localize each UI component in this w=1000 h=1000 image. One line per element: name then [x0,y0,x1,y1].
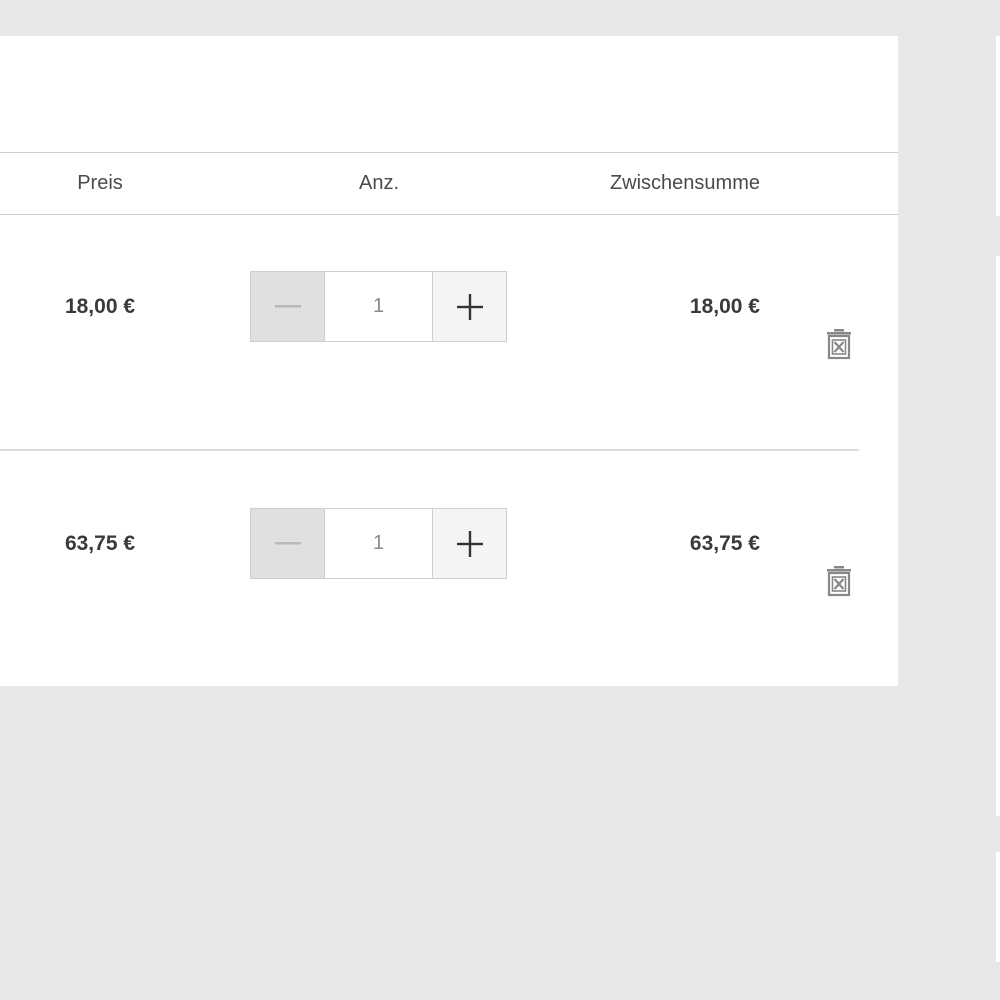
quantity-column-header: Anz. [358,172,400,194]
cart-panel: Preis Anz. Zwischensumme 18,00 € 1 18,00… [0,36,898,686]
plus-icon [456,530,483,557]
item-price: 63,75 € [64,532,136,555]
quantity-stepper: 1 [250,271,507,342]
plus-icon [456,293,483,320]
cart-item-row: 63,75 € 1 63,75 € [0,451,898,687]
item-price: 18,00 € [64,295,136,318]
sidebar-panel-edge [996,36,1000,216]
item-subtotal: 18,00 € [689,295,760,318]
trash-icon[interactable] [825,565,853,597]
minus-icon [274,541,301,544]
subtotal-column-header: Zwischensumme [609,172,760,194]
increase-quantity-button[interactable] [432,272,506,341]
decrease-quantity-button[interactable] [251,272,325,341]
price-column-header: Preis [77,172,123,194]
cart-item-row: 18,00 € 1 18,00 € [0,214,898,450]
quantity-input[interactable]: 1 [325,509,432,578]
trash-icon[interactable] [825,328,853,360]
quantity-stepper: 1 [250,508,507,579]
decrease-quantity-button[interactable] [251,509,325,578]
sidebar-panel-edge [996,256,1000,816]
quantity-input[interactable]: 1 [325,272,432,341]
cart-table-header: Preis Anz. Zwischensumme [0,152,898,215]
sidebar-panel-edge [996,852,1000,962]
item-subtotal: 63,75 € [689,532,760,555]
minus-icon [274,304,301,307]
increase-quantity-button[interactable] [432,509,506,578]
